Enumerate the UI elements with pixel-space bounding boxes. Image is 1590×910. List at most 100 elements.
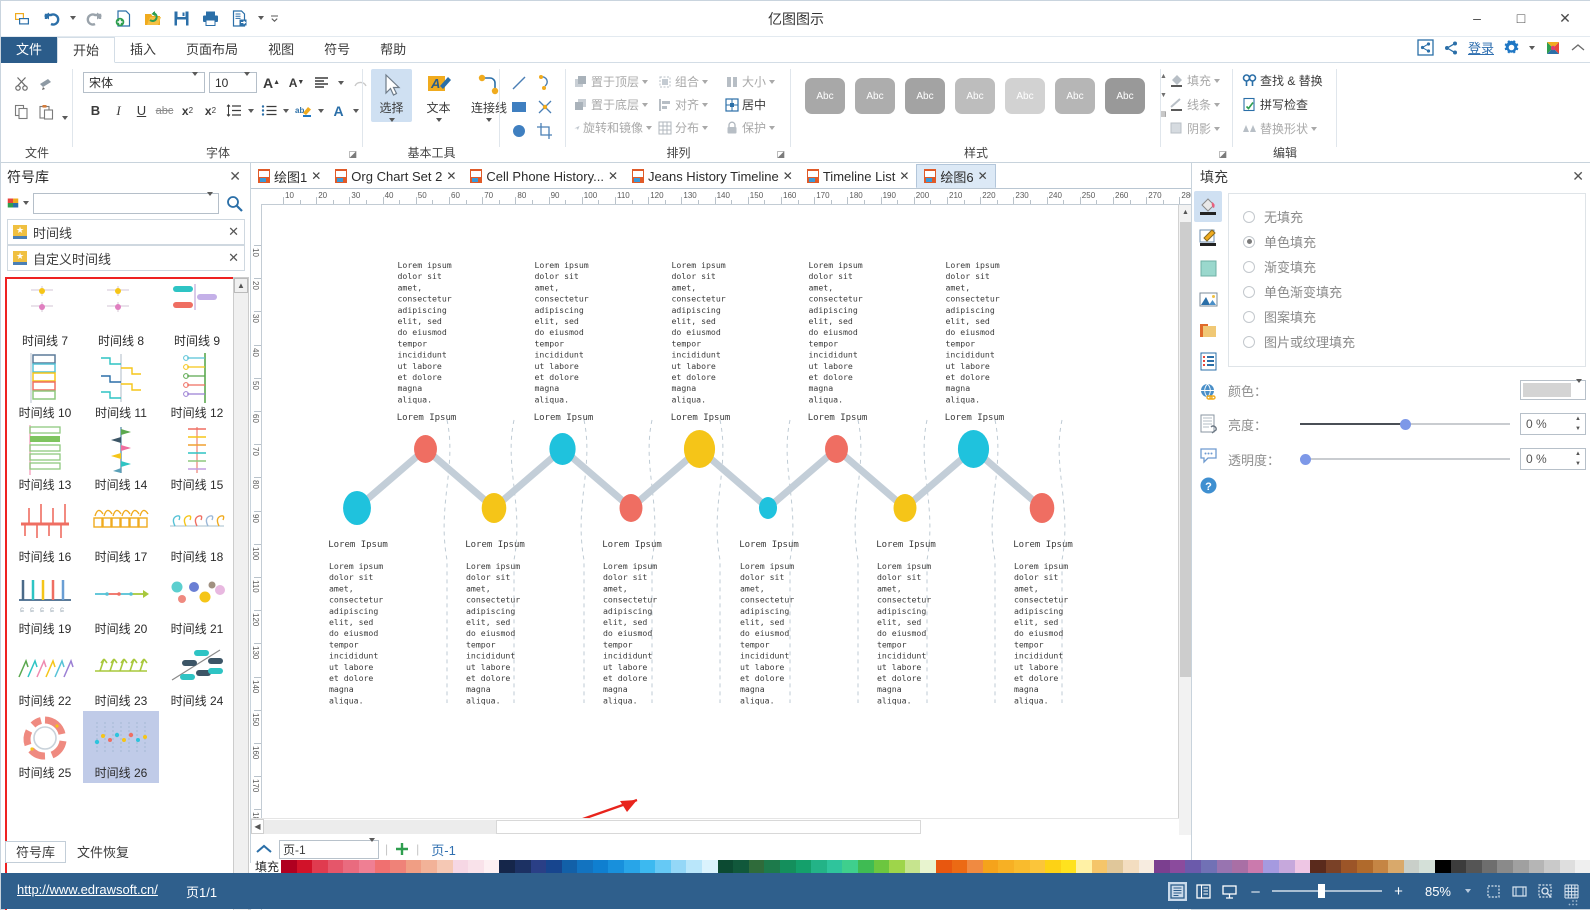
palette-swatch[interactable] [670, 859, 687, 873]
palette-swatch[interactable] [1403, 859, 1420, 873]
canvas-vscroll-thumb[interactable] [1180, 222, 1191, 677]
style-swatch-7[interactable]: Abc [1105, 78, 1145, 114]
palette-swatch[interactable] [1013, 859, 1030, 873]
timeline-node[interactable] [619, 494, 643, 522]
fill-option-picture[interactable]: 图片或纹理填充 [1243, 329, 1585, 354]
send-to-back-button[interactable]: 置于底层 [571, 95, 655, 114]
palette-swatch[interactable] [811, 859, 827, 873]
add-page-button[interactable] [394, 841, 410, 857]
close-symbol-library-icon[interactable]: ✕ [225, 168, 245, 185]
zoom-slider-knob[interactable] [1318, 884, 1325, 898]
page-name-dropdown-icon[interactable] [369, 838, 375, 856]
palette-swatch[interactable] [1388, 859, 1404, 873]
attachment-note-icon[interactable] [1194, 408, 1222, 439]
share-box-icon[interactable] [1417, 39, 1434, 56]
text-highlight-icon[interactable]: ab [293, 100, 314, 121]
canvas-vertical-scrollbar[interactable]: ▲ ▼ [1178, 205, 1191, 910]
ellipse-shape-icon[interactable] [506, 119, 532, 143]
palette-swatch[interactable] [1279, 859, 1295, 873]
bring-to-front-button[interactable]: 置于顶层 [571, 72, 655, 91]
palette-swatch[interactable] [1434, 859, 1451, 873]
palette-swatch[interactable] [1154, 859, 1170, 873]
palette-swatch[interactable] [1029, 859, 1046, 873]
palette-swatch[interactable] [842, 859, 858, 873]
increase-font-icon[interactable]: A ▲ [261, 72, 282, 93]
palette-swatch[interactable] [1544, 859, 1560, 873]
palette-swatch[interactable] [1356, 859, 1373, 873]
symbol-cell[interactable]: ɕɕɕɕɕ 时间线 19 [7, 567, 83, 639]
style-swatch-1[interactable]: Abc [805, 78, 845, 114]
palette-swatch[interactable] [421, 859, 437, 873]
timeline-node[interactable] [893, 494, 917, 522]
fill-color-dropdown-icon[interactable] [1576, 379, 1585, 397]
symbol-scroll-up-icon[interactable]: ▲ [234, 278, 248, 293]
underline-icon[interactable]: U [131, 100, 152, 121]
palette-swatch[interactable] [748, 859, 765, 873]
symbol-search-dropdown-icon[interactable] [202, 192, 218, 210]
palette-swatch[interactable] [1341, 859, 1357, 873]
palette-swatch[interactable] [296, 859, 313, 873]
palette-swatch[interactable] [889, 859, 905, 873]
timeline-node[interactable] [683, 430, 716, 468]
palette-swatch[interactable] [1497, 859, 1513, 873]
palette-swatch[interactable] [405, 859, 422, 873]
crop-icon[interactable] [532, 119, 558, 143]
line-spacing-icon[interactable] [223, 100, 244, 121]
palette-swatch[interactable] [982, 859, 999, 873]
fill-bucket-icon[interactable] [1194, 191, 1222, 222]
zoom-selection-icon[interactable] [1536, 882, 1555, 901]
edraw-logo-icon[interactable] [1544, 39, 1562, 57]
symbol-search-input[interactable] [33, 192, 219, 214]
library-item-custom-timeline[interactable]: ★ 自定义时间线 ✕ [7, 245, 245, 271]
palette-swatch[interactable] [873, 859, 890, 873]
ribbon-tab-layout[interactable]: 页面布局 [171, 37, 253, 63]
palette-swatch[interactable] [499, 859, 515, 873]
palette-swatch[interactable] [1310, 859, 1326, 873]
palette-swatch[interactable] [577, 859, 593, 873]
palette-swatch[interactable] [733, 859, 749, 873]
shape-format-dialog-launcher[interactable]: ◪ [1218, 149, 1227, 160]
ribbon-tab-symbols[interactable]: 符号 [309, 37, 365, 63]
group-button[interactable]: 组合 [655, 72, 722, 91]
symbol-cell[interactable]: 时间线 23 [83, 639, 159, 711]
palette-swatch[interactable] [686, 859, 703, 873]
font-color-dropdown-icon[interactable] [351, 100, 361, 121]
protect-button[interactable]: 保护 [722, 118, 784, 137]
library-cube-icon[interactable] [7, 193, 29, 213]
style-swatch-3[interactable]: Abc [905, 78, 945, 114]
line-pen-icon[interactable] [1194, 222, 1222, 253]
fill-button[interactable]: 填充 [1166, 71, 1223, 90]
vertical-ruler[interactable]: 10 20 30 40 50 60 70 80 90 100 110 120 130 140 150 160 1… [251, 205, 262, 910]
palette-swatch[interactable] [967, 859, 983, 873]
view-present-icon[interactable] [1220, 882, 1239, 901]
document-tab-1-close-icon[interactable]: ✕ [311, 169, 321, 183]
rectangle-shape-icon[interactable] [506, 95, 532, 119]
document-tab-3[interactable]: Cell Phone History... ✕ [463, 164, 625, 188]
superscript-icon[interactable]: x2 [200, 100, 221, 121]
symbol-cell[interactable]: 时间线 20 [83, 567, 159, 639]
brightness-slider-knob[interactable] [1400, 419, 1411, 430]
palette-swatch[interactable] [935, 859, 952, 873]
close-button[interactable]: ✕ [1543, 3, 1587, 33]
size-button[interactable]: 大小 [722, 72, 784, 91]
fill-option-pattern[interactable]: 图案填充 [1243, 304, 1585, 329]
search-icon[interactable] [223, 195, 245, 212]
palette-swatch[interactable] [390, 859, 406, 873]
login-link[interactable]: 登录 [1468, 38, 1494, 57]
document-tab-2-close-icon[interactable]: ✕ [446, 169, 456, 183]
document-tab-4-close-icon[interactable]: ✕ [783, 169, 793, 183]
palette-swatch[interactable] [1559, 859, 1576, 873]
timeline-node[interactable] [957, 430, 990, 468]
palette-swatch[interactable] [281, 859, 297, 873]
zoom-slider[interactable] [1272, 883, 1382, 899]
qat-more-icon[interactable] [269, 5, 280, 31]
zoom-in-button[interactable]: + [1389, 882, 1408, 901]
canvas-scroll-area[interactable]: Lorem Ipsum Lorem ipsum dolor sit amet, cons… [262, 205, 1179, 910]
fill-color-picker[interactable] [1520, 379, 1586, 400]
palette-swatch[interactable] [857, 859, 874, 873]
export-dropdown-icon[interactable] [255, 5, 266, 31]
palette-swatch[interactable] [343, 859, 359, 873]
document-tab-2[interactable]: Org Chart Set 2 ✕ [328, 164, 463, 188]
canvas-hscroll-thumb[interactable] [496, 820, 921, 834]
document-tab-5-close-icon[interactable]: ✕ [899, 169, 909, 183]
